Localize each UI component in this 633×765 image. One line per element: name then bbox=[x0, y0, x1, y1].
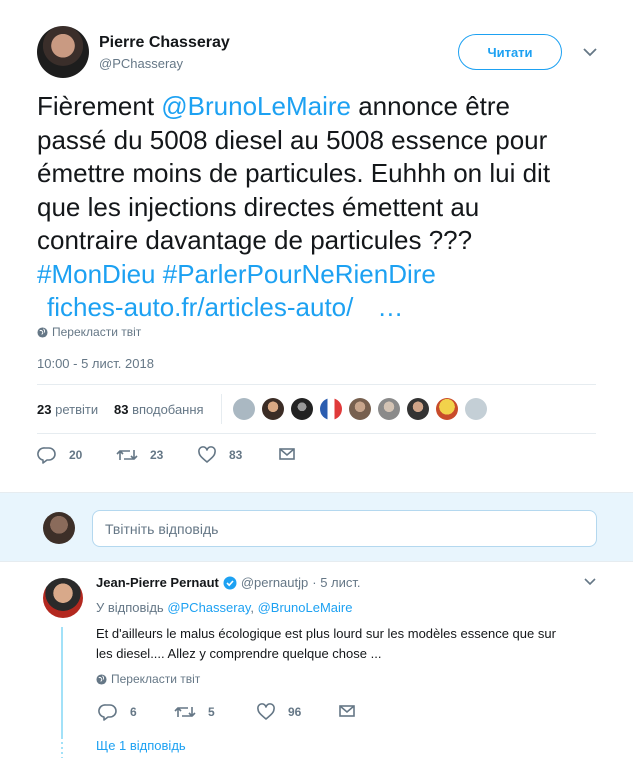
show-more-replies[interactable]: Ще 1 відповідь bbox=[96, 738, 186, 753]
liker-avatar[interactable] bbox=[233, 398, 255, 420]
globe-icon bbox=[37, 326, 48, 338]
thread-line bbox=[61, 627, 63, 739]
retweet-action[interactable]: 23 bbox=[116, 446, 163, 464]
reply-like-action[interactable]: 96 bbox=[256, 703, 301, 721]
liker-avatar[interactable] bbox=[262, 398, 284, 420]
reply-author-handle[interactable]: @pernautjp bbox=[241, 575, 308, 590]
reply-dm-action[interactable] bbox=[338, 703, 356, 719]
liker-avatar[interactable] bbox=[436, 398, 458, 420]
liker-avatar[interactable] bbox=[465, 398, 487, 420]
reply-icon bbox=[98, 704, 117, 721]
reply-input-placeholder: Твітніть відповідь bbox=[105, 520, 219, 537]
reply-input[interactable]: Твітніть відповідь bbox=[92, 510, 597, 547]
follow-button[interactable]: Читати bbox=[458, 34, 562, 70]
stats-separator bbox=[221, 394, 222, 424]
author-handle[interactable]: @PChasseray bbox=[99, 56, 183, 71]
replying-to-link[interactable]: @BrunoLeMaire bbox=[258, 600, 353, 615]
likes-stat[interactable]: 83 вподобання bbox=[114, 402, 204, 417]
liker-avatar[interactable] bbox=[291, 398, 313, 420]
tweet-text: Fièrement @BrunoLeMaire annonce être pas… bbox=[37, 90, 612, 325]
divider bbox=[37, 384, 596, 385]
verified-badge-icon bbox=[223, 576, 237, 589]
dm-action[interactable] bbox=[278, 446, 296, 462]
translate-tweet[interactable]: Перекласти твіт bbox=[37, 325, 141, 339]
heart-icon bbox=[257, 703, 275, 720]
tweet-line-5: contraire davantage de particules ??? bbox=[37, 225, 473, 255]
tweet-timestamp[interactable]: 10:00 - 5 лист. 2018 bbox=[37, 356, 154, 371]
envelope-icon bbox=[339, 705, 355, 717]
globe-icon bbox=[96, 673, 107, 685]
retweets-stat[interactable]: 23 ретвіти bbox=[37, 402, 98, 417]
replying-to-link[interactable]: @PChasseray bbox=[167, 600, 250, 615]
reply-action[interactable]: 20 bbox=[37, 446, 82, 464]
reply-author-avatar[interactable] bbox=[43, 578, 83, 618]
hashtag-link[interactable]: #ParlerPourNeRienDire bbox=[163, 259, 436, 289]
like-action[interactable]: 83 bbox=[197, 446, 242, 464]
reply-translate-tweet[interactable]: Перекласти твіт bbox=[96, 672, 200, 686]
reply-icon bbox=[37, 447, 56, 464]
thread-dots bbox=[61, 742, 63, 758]
envelope-icon bbox=[279, 448, 295, 460]
tweet-line-2: passé du 5008 diesel au 5008 essence pou… bbox=[37, 124, 548, 155]
liker-avatar[interactable] bbox=[378, 398, 400, 420]
replying-to: У відповідь @PChasseray, @BrunoLeMaire bbox=[96, 600, 353, 615]
tweet-line-6: #MonDieu #ParlerPourNeRienDire bbox=[37, 258, 612, 292]
follow-button-label: Читати bbox=[487, 44, 533, 60]
tweet-line-1: Fièrement @BrunoLeMaire annonce être bbox=[37, 91, 510, 121]
liker-avatar[interactable] bbox=[320, 398, 342, 420]
tweet-line-4: que les injections directes émettent au bbox=[37, 191, 480, 222]
hashtag-link[interactable]: #MonDieu bbox=[37, 259, 156, 289]
reply-text: Et d'ailleurs le malus écologique est pl… bbox=[96, 626, 556, 661]
reply-time[interactable]: · 5 лист. bbox=[312, 575, 360, 590]
author-name[interactable]: Pierre Chasseray bbox=[99, 34, 230, 52]
reply-retweet-action[interactable]: 5 bbox=[174, 703, 215, 721]
tweet-line-7: fiches-auto.fr/articles-auto/ … bbox=[37, 291, 612, 325]
url-link[interactable]: fiches-auto.fr/articles-auto/ bbox=[47, 292, 353, 322]
url-ellipsis[interactable]: … bbox=[377, 292, 403, 322]
reply-chevron-down-icon[interactable] bbox=[582, 575, 598, 589]
reply-author-name[interactable]: Jean-Pierre Pernaut bbox=[96, 575, 219, 590]
user-avatar[interactable] bbox=[43, 512, 75, 544]
reply-header: Jean-Pierre Pernaut @pernautjp · 5 лист. bbox=[96, 575, 361, 590]
retweet-icon bbox=[174, 707, 196, 717]
heart-icon bbox=[198, 446, 216, 463]
author-avatar[interactable] bbox=[37, 26, 89, 78]
retweet-icon bbox=[116, 450, 138, 460]
liker-avatar[interactable] bbox=[407, 398, 429, 420]
mention-link[interactable]: @BrunoLeMaire bbox=[161, 91, 351, 121]
tweet-line-3: émettre moins de particules. Euhhh on lu… bbox=[37, 158, 551, 188]
liker-avatar[interactable] bbox=[349, 398, 371, 420]
chevron-down-icon[interactable] bbox=[580, 44, 600, 60]
divider bbox=[37, 433, 596, 434]
reply-reply-action[interactable]: 6 bbox=[98, 703, 137, 721]
